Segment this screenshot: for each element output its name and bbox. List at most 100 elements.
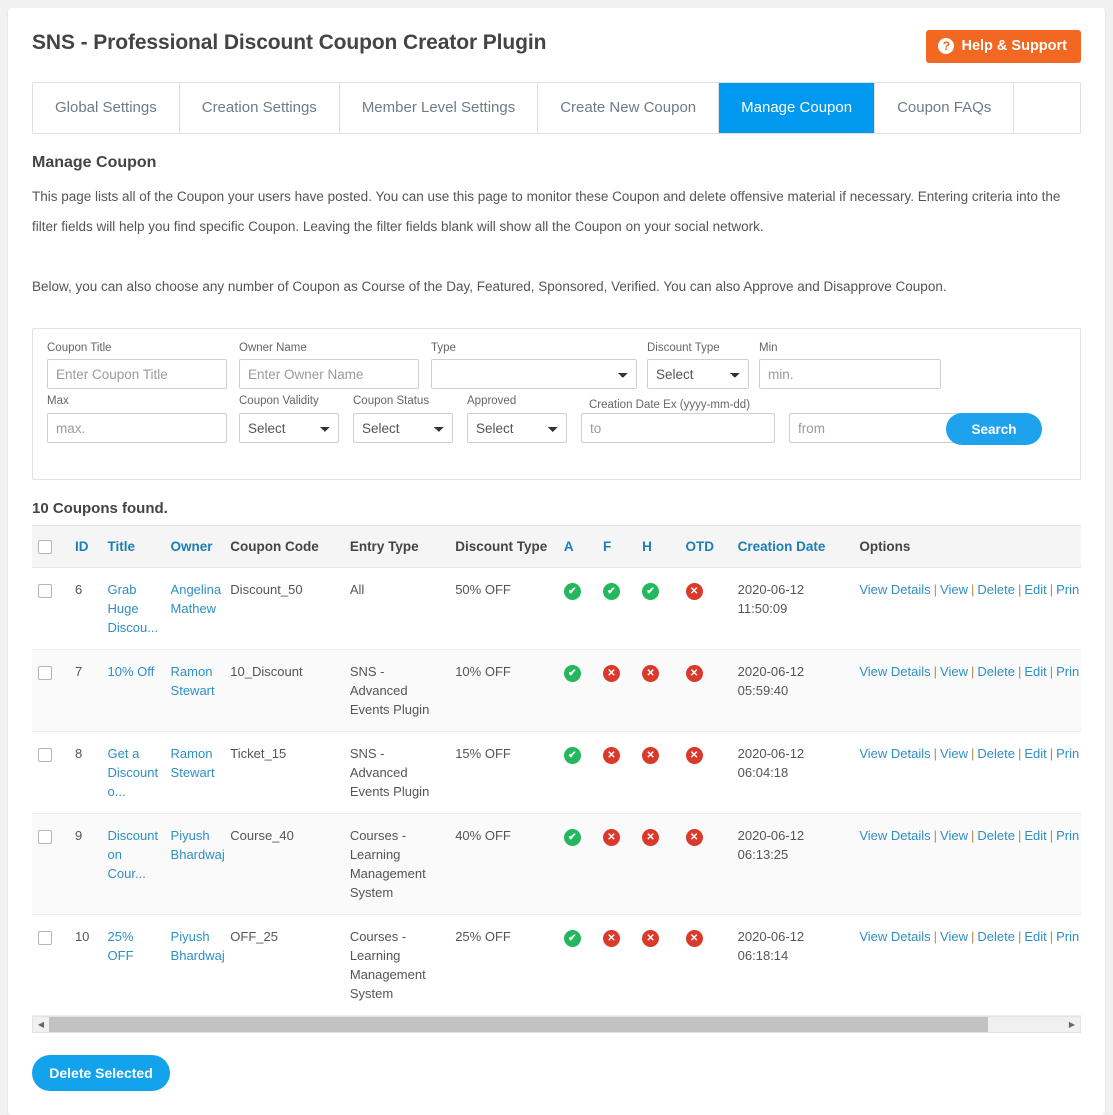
- cross-circle-icon[interactable]: ✕: [642, 829, 660, 847]
- scroll-right-arrow[interactable]: ▶: [1064, 1017, 1080, 1032]
- col-title[interactable]: Title: [101, 525, 165, 569]
- cross-circle-icon[interactable]: ✕: [685, 665, 703, 683]
- option-view-link[interactable]: View: [940, 746, 968, 761]
- filter-coupon-status: Coupon Status Select: [353, 395, 453, 443]
- filter-date-from: [789, 413, 967, 443]
- cross-circle-icon[interactable]: ✕: [685, 930, 703, 948]
- row-title-cell-link[interactable]: Grab Huge Discou...: [108, 582, 159, 635]
- row-owner-cell-link[interactable]: Ramon Stewart: [171, 746, 215, 780]
- scrollbar-track[interactable]: [49, 1017, 1064, 1033]
- coupon-validity-select[interactable]: Select: [239, 413, 339, 443]
- min-input[interactable]: [759, 359, 941, 389]
- col-creation-date[interactable]: Creation Date: [731, 525, 854, 569]
- cross-circle-icon[interactable]: ✕: [602, 747, 620, 765]
- col-h[interactable]: H: [636, 525, 680, 569]
- help-and-support-button[interactable]: ? Help & Support: [926, 30, 1081, 63]
- tab-manage-coupon[interactable]: Manage Coupon: [719, 83, 876, 133]
- tab-member-level-settings[interactable]: Member Level Settings: [339, 83, 539, 133]
- cross-circle-icon[interactable]: ✕: [685, 829, 703, 847]
- cross-circle-icon[interactable]: ✕: [642, 747, 660, 765]
- cross-circle-icon[interactable]: ✕: [642, 930, 660, 948]
- option-edit-link[interactable]: Edit: [1024, 582, 1046, 597]
- option-view-details-link[interactable]: View Details: [859, 582, 930, 597]
- row-owner-cell-link[interactable]: Piyush Bhardwaj: [171, 828, 225, 862]
- row-checkbox[interactable]: [38, 830, 52, 844]
- row-title-cell-link[interactable]: 25% OFF: [108, 929, 134, 963]
- col-f[interactable]: F: [596, 525, 637, 569]
- owner-name-input[interactable]: [239, 359, 419, 389]
- option-view-details-link[interactable]: View Details: [859, 746, 930, 761]
- option-edit-link[interactable]: Edit: [1024, 664, 1046, 679]
- filter-date-to: [581, 413, 775, 443]
- option-view-link[interactable]: View: [940, 664, 968, 679]
- max-input[interactable]: [47, 413, 227, 443]
- col-owner[interactable]: Owner: [164, 525, 225, 569]
- cross-circle-icon[interactable]: ✕: [685, 583, 703, 601]
- row-title-cell-link[interactable]: Discount on Cour...: [108, 828, 159, 881]
- check-circle-icon[interactable]: ✔: [563, 583, 581, 601]
- scroll-left-arrow[interactable]: ◀: [33, 1017, 49, 1032]
- row-owner-cell: Ramon Stewart: [164, 731, 225, 815]
- row-owner-cell-link[interactable]: Piyush Bhardwaj: [171, 929, 225, 963]
- delete-selected-button[interactable]: Delete Selected: [32, 1055, 170, 1092]
- check-circle-icon[interactable]: ✔: [563, 829, 581, 847]
- check-circle-icon[interactable]: ✔: [642, 583, 660, 601]
- type-select[interactable]: [431, 359, 637, 389]
- option-delete-link[interactable]: Delete: [977, 664, 1015, 679]
- row-title-cell-link[interactable]: Get a Discount o...: [108, 746, 159, 799]
- cross-circle-icon[interactable]: ✕: [602, 829, 620, 847]
- coupon-title-input[interactable]: [47, 359, 227, 389]
- search-button[interactable]: Search: [946, 413, 1042, 445]
- row-owner-cell: Angelina Mathew: [164, 567, 225, 651]
- option-view-details-link[interactable]: View Details: [859, 828, 930, 843]
- row-owner-cell-link[interactable]: Angelina Mathew: [171, 582, 222, 616]
- option-prin-link[interactable]: Prin: [1056, 828, 1079, 843]
- col-a[interactable]: A: [557, 525, 597, 569]
- row-checkbox[interactable]: [38, 584, 52, 598]
- tab-create-new-coupon[interactable]: Create New Coupon: [538, 83, 720, 133]
- option-view-details-link[interactable]: View Details: [859, 929, 930, 944]
- row-checkbox[interactable]: [38, 666, 52, 680]
- option-view-link[interactable]: View: [940, 929, 968, 944]
- option-edit-link[interactable]: Edit: [1024, 746, 1046, 761]
- option-edit-link[interactable]: Edit: [1024, 929, 1046, 944]
- discount-type-select[interactable]: Select: [647, 359, 749, 389]
- cross-circle-icon[interactable]: ✕: [642, 665, 660, 683]
- table-row: 7 10% Off Ramon Stewart 10_Discount SNS - Ad…: [32, 649, 1081, 733]
- option-prin-link[interactable]: Prin: [1056, 746, 1079, 761]
- cross-circle-icon[interactable]: ✕: [602, 665, 620, 683]
- row-title-cell-link[interactable]: 10% Off: [108, 664, 155, 679]
- check-circle-icon[interactable]: ✔: [563, 665, 581, 683]
- date-from-input[interactable]: [789, 413, 967, 443]
- intro-section: Manage Coupon This page lists all of the…: [8, 154, 1105, 302]
- cross-circle-icon[interactable]: ✕: [685, 747, 703, 765]
- tab-coupon-faqs[interactable]: Coupon FAQs: [875, 83, 1015, 133]
- option-prin-link[interactable]: Prin: [1056, 582, 1079, 597]
- option-edit-link[interactable]: Edit: [1024, 828, 1046, 843]
- cross-circle-icon[interactable]: ✕: [602, 930, 620, 948]
- scrollbar-thumb[interactable]: [49, 1017, 988, 1033]
- tab-creation-settings[interactable]: Creation Settings: [179, 83, 340, 133]
- select-all-checkbox[interactable]: [38, 540, 52, 555]
- row-checkbox[interactable]: [38, 748, 52, 762]
- option-view-link[interactable]: View: [940, 582, 968, 597]
- check-circle-icon[interactable]: ✔: [602, 583, 620, 601]
- check-circle-icon[interactable]: ✔: [563, 930, 581, 948]
- row-checkbox[interactable]: [38, 931, 52, 945]
- check-circle-icon[interactable]: ✔: [563, 747, 581, 765]
- col-id[interactable]: ID: [68, 525, 102, 569]
- row-owner-cell-link[interactable]: Ramon Stewart: [171, 664, 215, 698]
- option-prin-link[interactable]: Prin: [1056, 664, 1079, 679]
- option-delete-link[interactable]: Delete: [977, 746, 1015, 761]
- option-delete-link[interactable]: Delete: [977, 929, 1015, 944]
- option-view-details-link[interactable]: View Details: [859, 664, 930, 679]
- col-otd[interactable]: OTD: [679, 525, 732, 569]
- coupon-status-select[interactable]: Select: [353, 413, 453, 443]
- approved-select[interactable]: Select: [467, 413, 567, 443]
- date-to-input[interactable]: [581, 413, 775, 443]
- option-delete-link[interactable]: Delete: [977, 828, 1015, 843]
- option-view-link[interactable]: View: [940, 828, 968, 843]
- option-prin-link[interactable]: Prin: [1056, 929, 1079, 944]
- tab-global-settings[interactable]: Global Settings: [33, 83, 180, 133]
- option-delete-link[interactable]: Delete: [977, 582, 1015, 597]
